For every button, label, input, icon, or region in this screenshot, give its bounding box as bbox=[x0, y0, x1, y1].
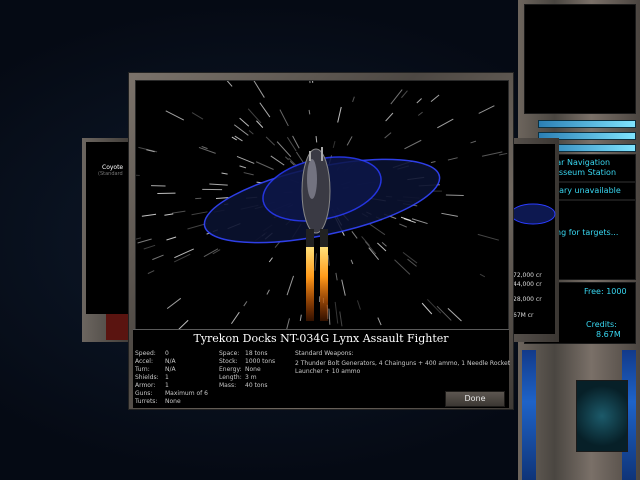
ship-info-dialog: Tyrekon Docks NT-034G Lynx Assault Fight… bbox=[128, 72, 514, 410]
stat-stock-label: Stock: bbox=[219, 358, 238, 365]
stat-stock-value: 1000 tons bbox=[245, 358, 276, 365]
stat-energy-value: None bbox=[245, 366, 261, 373]
stat-length-value: 3 m bbox=[245, 374, 257, 381]
stat-space-label: Space: bbox=[219, 350, 240, 357]
ship-title: Tyrekon Docks NT-034G Lynx Assault Fight… bbox=[193, 332, 449, 345]
stat-shields-value: 1 bbox=[165, 374, 169, 381]
radar-screen bbox=[524, 4, 636, 114]
stat-speed-label: Speed: bbox=[135, 350, 156, 357]
stat-speed-value: 0 bbox=[165, 350, 169, 357]
left-ship-name: Coyote bbox=[102, 164, 124, 171]
nav-station-text: asseum Station bbox=[554, 168, 617, 177]
stat-length-label: Length: bbox=[219, 374, 242, 381]
weapons-header: Standard Weapons: bbox=[295, 350, 354, 357]
stat-guns-value: Maximum of 6 bbox=[165, 390, 208, 397]
ship-stats: Speed: 0 Accel: N/A Turn: N/A Shields: 1… bbox=[133, 348, 295, 408]
hud-emblem bbox=[576, 380, 628, 452]
stat-mass-value: 40 tons bbox=[245, 382, 268, 389]
left-panel-rust bbox=[106, 314, 130, 340]
shield-bar bbox=[538, 120, 636, 128]
weapons-line: 2 Thunder Bolt Generators, 4 Chainguns +… bbox=[295, 360, 511, 367]
stat-guns-label: Guns: bbox=[135, 390, 153, 397]
price-line: 28,000 cr bbox=[513, 296, 542, 303]
stat-turn-label: Turn: bbox=[135, 366, 150, 373]
stat-accel-value: N/A bbox=[165, 358, 176, 365]
stat-armor-value: 1 bbox=[165, 382, 169, 389]
stat-space-value: 18 tons bbox=[245, 350, 268, 357]
stat-turrets-value: None bbox=[165, 398, 181, 405]
stat-mass-label: Mass: bbox=[219, 382, 237, 389]
ship-image bbox=[203, 147, 441, 321]
ship-title-bar: Tyrekon Docks NT-034G Lynx Assault Fight… bbox=[133, 329, 509, 349]
done-button[interactable]: Done bbox=[445, 391, 505, 407]
stat-turn-value: N/A bbox=[165, 366, 176, 373]
stat-energy-label: Energy: bbox=[219, 366, 242, 373]
left-ship-panel: Coyote (Standard bbox=[82, 138, 132, 342]
free-cargo-text: Free: 1000 bbox=[584, 287, 627, 296]
hud-blue-strip bbox=[522, 350, 536, 480]
back-ship-image bbox=[510, 203, 556, 225]
price-line: 44,000 cr bbox=[513, 281, 542, 288]
price-line: 67M cr bbox=[513, 312, 534, 319]
price-line: 72,000 cr bbox=[513, 272, 542, 279]
target-status-text: ng for targets... bbox=[556, 228, 619, 237]
stat-armor-label: Armor: bbox=[135, 382, 156, 389]
left-ship-subtitle: (Standard bbox=[98, 171, 123, 177]
credits-value: 8.67M bbox=[596, 330, 621, 339]
ship-viewport bbox=[135, 80, 509, 331]
weapons-line: Launcher + 10 ammo bbox=[295, 368, 361, 375]
back-shipyard-screen bbox=[507, 144, 555, 334]
nav-system-text: lar Navigation bbox=[554, 158, 611, 167]
stat-accel-label: Accel: bbox=[135, 358, 153, 365]
secondary-weapon-text: dary unavailable bbox=[554, 186, 621, 195]
credits-label: Credits: bbox=[586, 320, 617, 329]
stat-turrets-label: Turrets: bbox=[135, 398, 158, 405]
stat-shields-label: Shields: bbox=[135, 374, 159, 381]
